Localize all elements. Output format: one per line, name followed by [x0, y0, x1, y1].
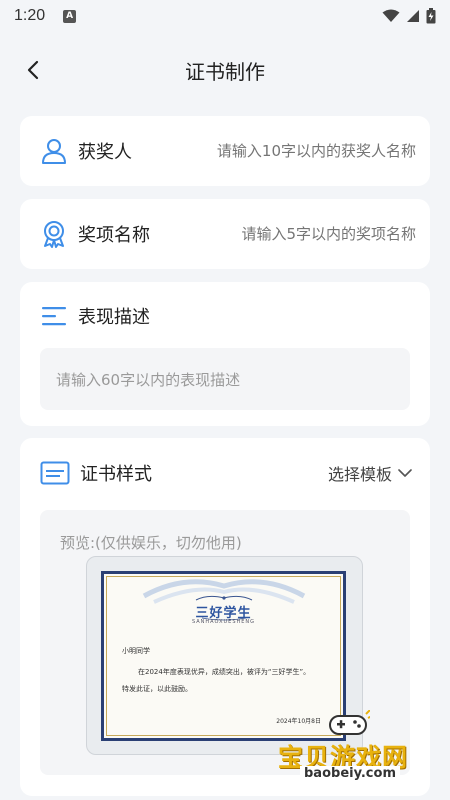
watermark-url: baobeiy.com — [300, 766, 400, 781]
recipient-input[interactable] — [142, 131, 416, 171]
certificate-icon — [40, 461, 70, 485]
chevron-down-icon — [398, 469, 412, 477]
description-label: 表现描述 — [78, 307, 150, 328]
certificate-style-header: 证书样式 选择模板 — [20, 438, 430, 486]
status-icons — [382, 8, 436, 24]
site-watermark: 宝贝游戏网 baobeiy.com — [276, 710, 436, 786]
status-time: 1:20 — [14, 7, 46, 24]
user-icon — [42, 139, 66, 164]
choose-template-button[interactable]: 选择模板 — [328, 461, 412, 485]
certificate-subtitle: SANHAOXUESHENG — [191, 619, 256, 625]
wifi-icon — [382, 9, 400, 22]
medal-icon — [44, 221, 64, 248]
preview-note: 预览:(仅供娱乐，切勿他用) — [60, 534, 242, 552]
description-card: 表现描述 请输入60字以内的表现描述 — [20, 282, 430, 426]
certificate-closing: 特发此证，以此鼓励。 — [122, 685, 192, 693]
award-input[interactable] — [160, 214, 416, 254]
certificate-recipient: 小明同学 — [122, 647, 150, 655]
award-card: 奖项名称 — [20, 199, 430, 269]
signal-icon — [407, 10, 419, 22]
status-bar: 1:20 A — [0, 0, 450, 32]
award-label: 奖项名称 — [78, 225, 150, 246]
page-title: 证书制作 — [185, 60, 265, 84]
list-lines-icon — [42, 307, 66, 326]
recipient-card: 获奖人 — [20, 116, 430, 186]
certificate-style-label: 证书样式 — [80, 464, 152, 485]
app-header: 证书制作 — [0, 44, 450, 96]
gamepad-icon — [329, 710, 370, 735]
description-header: 表现描述 — [20, 282, 430, 330]
description-input[interactable]: 请输入60字以内的表现描述 — [40, 348, 410, 410]
notification-badge: A — [63, 9, 77, 23]
recipient-label: 获奖人 — [78, 142, 132, 163]
battery-icon — [426, 8, 436, 24]
certificate-body: 在2024年度表现优异，成绩突出，被评为“三好学生”。 — [138, 668, 311, 676]
choose-template-label: 选择模板 — [327, 465, 392, 484]
